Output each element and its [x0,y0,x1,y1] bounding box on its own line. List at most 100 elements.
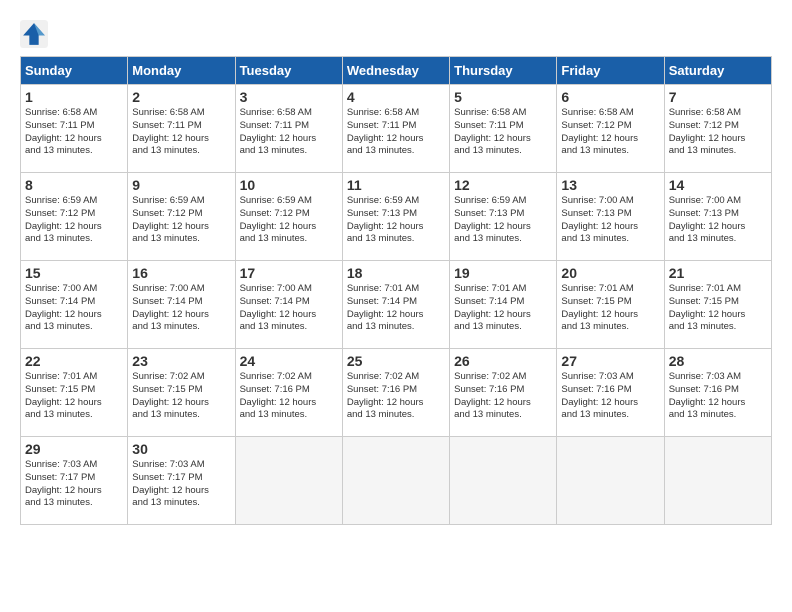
day-info: Sunrise: 7:01 AMSunset: 7:15 PMDaylight:… [561,283,659,334]
calendar-cell: 26 Sunrise: 7:02 AMSunset: 7:16 PMDaylig… [450,349,557,437]
day-info: Sunrise: 7:00 AMSunset: 7:13 PMDaylight:… [561,195,659,246]
calendar-cell [342,437,449,525]
day-number: 23 [132,353,230,369]
day-info: Sunrise: 7:01 AMSunset: 7:14 PMDaylight:… [454,283,552,334]
day-info: Sunrise: 7:03 AMSunset: 7:16 PMDaylight:… [561,371,659,422]
day-number: 6 [561,89,659,105]
day-info: Sunrise: 6:58 AMSunset: 7:11 PMDaylight:… [347,107,445,158]
day-number: 30 [132,441,230,457]
calendar-cell: 6 Sunrise: 6:58 AMSunset: 7:12 PMDayligh… [557,85,664,173]
day-number: 29 [25,441,123,457]
calendar-cell: 17 Sunrise: 7:00 AMSunset: 7:14 PMDaylig… [235,261,342,349]
calendar-cell [235,437,342,525]
day-number: 24 [240,353,338,369]
day-info: Sunrise: 6:59 AMSunset: 7:12 PMDaylight:… [240,195,338,246]
day-number: 8 [25,177,123,193]
day-info: Sunrise: 6:58 AMSunset: 7:11 PMDaylight:… [240,107,338,158]
calendar-cell: 14 Sunrise: 7:00 AMSunset: 7:13 PMDaylig… [664,173,771,261]
day-info: Sunrise: 6:58 AMSunset: 7:12 PMDaylight:… [561,107,659,158]
day-info: Sunrise: 7:00 AMSunset: 7:14 PMDaylight:… [25,283,123,334]
calendar-week-5: 29 Sunrise: 7:03 AMSunset: 7:17 PMDaylig… [21,437,772,525]
day-info: Sunrise: 7:03 AMSunset: 7:17 PMDaylight:… [132,459,230,510]
calendar-cell: 25 Sunrise: 7:02 AMSunset: 7:16 PMDaylig… [342,349,449,437]
calendar-cell: 2 Sunrise: 6:58 AMSunset: 7:11 PMDayligh… [128,85,235,173]
day-number: 14 [669,177,767,193]
calendar-cell: 8 Sunrise: 6:59 AMSunset: 7:12 PMDayligh… [21,173,128,261]
calendar-week-4: 22 Sunrise: 7:01 AMSunset: 7:15 PMDaylig… [21,349,772,437]
calendar-cell: 22 Sunrise: 7:01 AMSunset: 7:15 PMDaylig… [21,349,128,437]
day-info: Sunrise: 6:58 AMSunset: 7:11 PMDaylight:… [454,107,552,158]
day-info: Sunrise: 7:02 AMSunset: 7:15 PMDaylight:… [132,371,230,422]
day-info: Sunrise: 7:01 AMSunset: 7:15 PMDaylight:… [669,283,767,334]
day-number: 26 [454,353,552,369]
calendar-week-3: 15 Sunrise: 7:00 AMSunset: 7:14 PMDaylig… [21,261,772,349]
logo-icon [20,20,48,48]
calendar-cell [557,437,664,525]
day-info: Sunrise: 6:58 AMSunset: 7:11 PMDaylight:… [25,107,123,158]
day-info: Sunrise: 7:01 AMSunset: 7:15 PMDaylight:… [25,371,123,422]
calendar-cell: 11 Sunrise: 6:59 AMSunset: 7:13 PMDaylig… [342,173,449,261]
calendar-cell: 12 Sunrise: 6:59 AMSunset: 7:13 PMDaylig… [450,173,557,261]
calendar-cell: 7 Sunrise: 6:58 AMSunset: 7:12 PMDayligh… [664,85,771,173]
day-number: 20 [561,265,659,281]
page-header [20,20,772,48]
day-number: 9 [132,177,230,193]
calendar-cell: 24 Sunrise: 7:02 AMSunset: 7:16 PMDaylig… [235,349,342,437]
day-number: 13 [561,177,659,193]
day-info: Sunrise: 6:59 AMSunset: 7:12 PMDaylight:… [25,195,123,246]
day-info: Sunrise: 7:00 AMSunset: 7:13 PMDaylight:… [669,195,767,246]
day-info: Sunrise: 6:59 AMSunset: 7:13 PMDaylight:… [454,195,552,246]
day-number: 22 [25,353,123,369]
day-number: 17 [240,265,338,281]
day-number: 10 [240,177,338,193]
day-number: 7 [669,89,767,105]
calendar-table: SundayMondayTuesdayWednesdayThursdayFrid… [20,56,772,525]
calendar-cell [450,437,557,525]
calendar-cell: 4 Sunrise: 6:58 AMSunset: 7:11 PMDayligh… [342,85,449,173]
day-number: 18 [347,265,445,281]
calendar-cell: 1 Sunrise: 6:58 AMSunset: 7:11 PMDayligh… [21,85,128,173]
day-info: Sunrise: 7:01 AMSunset: 7:14 PMDaylight:… [347,283,445,334]
calendar-cell: 20 Sunrise: 7:01 AMSunset: 7:15 PMDaylig… [557,261,664,349]
calendar-cell: 15 Sunrise: 7:00 AMSunset: 7:14 PMDaylig… [21,261,128,349]
header-tuesday: Tuesday [235,57,342,85]
day-info: Sunrise: 7:03 AMSunset: 7:17 PMDaylight:… [25,459,123,510]
day-number: 4 [347,89,445,105]
header-wednesday: Wednesday [342,57,449,85]
header-sunday: Sunday [21,57,128,85]
calendar-cell: 10 Sunrise: 6:59 AMSunset: 7:12 PMDaylig… [235,173,342,261]
day-number: 28 [669,353,767,369]
calendar-cell: 30 Sunrise: 7:03 AMSunset: 7:17 PMDaylig… [128,437,235,525]
day-info: Sunrise: 7:00 AMSunset: 7:14 PMDaylight:… [132,283,230,334]
calendar-header-row: SundayMondayTuesdayWednesdayThursdayFrid… [21,57,772,85]
day-info: Sunrise: 7:00 AMSunset: 7:14 PMDaylight:… [240,283,338,334]
logo [20,20,52,48]
day-number: 3 [240,89,338,105]
calendar-cell: 5 Sunrise: 6:58 AMSunset: 7:11 PMDayligh… [450,85,557,173]
day-number: 21 [669,265,767,281]
calendar-cell: 19 Sunrise: 7:01 AMSunset: 7:14 PMDaylig… [450,261,557,349]
calendar-cell: 13 Sunrise: 7:00 AMSunset: 7:13 PMDaylig… [557,173,664,261]
day-info: Sunrise: 7:02 AMSunset: 7:16 PMDaylight:… [347,371,445,422]
day-info: Sunrise: 6:59 AMSunset: 7:13 PMDaylight:… [347,195,445,246]
calendar-cell: 21 Sunrise: 7:01 AMSunset: 7:15 PMDaylig… [664,261,771,349]
day-info: Sunrise: 6:58 AMSunset: 7:11 PMDaylight:… [132,107,230,158]
calendar-week-2: 8 Sunrise: 6:59 AMSunset: 7:12 PMDayligh… [21,173,772,261]
calendar-week-1: 1 Sunrise: 6:58 AMSunset: 7:11 PMDayligh… [21,85,772,173]
day-number: 5 [454,89,552,105]
day-number: 15 [25,265,123,281]
header-friday: Friday [557,57,664,85]
day-number: 16 [132,265,230,281]
day-info: Sunrise: 7:02 AMSunset: 7:16 PMDaylight:… [454,371,552,422]
header-saturday: Saturday [664,57,771,85]
day-number: 2 [132,89,230,105]
day-info: Sunrise: 7:03 AMSunset: 7:16 PMDaylight:… [669,371,767,422]
calendar-cell: 28 Sunrise: 7:03 AMSunset: 7:16 PMDaylig… [664,349,771,437]
day-info: Sunrise: 6:59 AMSunset: 7:12 PMDaylight:… [132,195,230,246]
day-number: 19 [454,265,552,281]
day-number: 27 [561,353,659,369]
calendar-cell: 23 Sunrise: 7:02 AMSunset: 7:15 PMDaylig… [128,349,235,437]
calendar-cell: 27 Sunrise: 7:03 AMSunset: 7:16 PMDaylig… [557,349,664,437]
calendar-cell [664,437,771,525]
day-number: 11 [347,177,445,193]
